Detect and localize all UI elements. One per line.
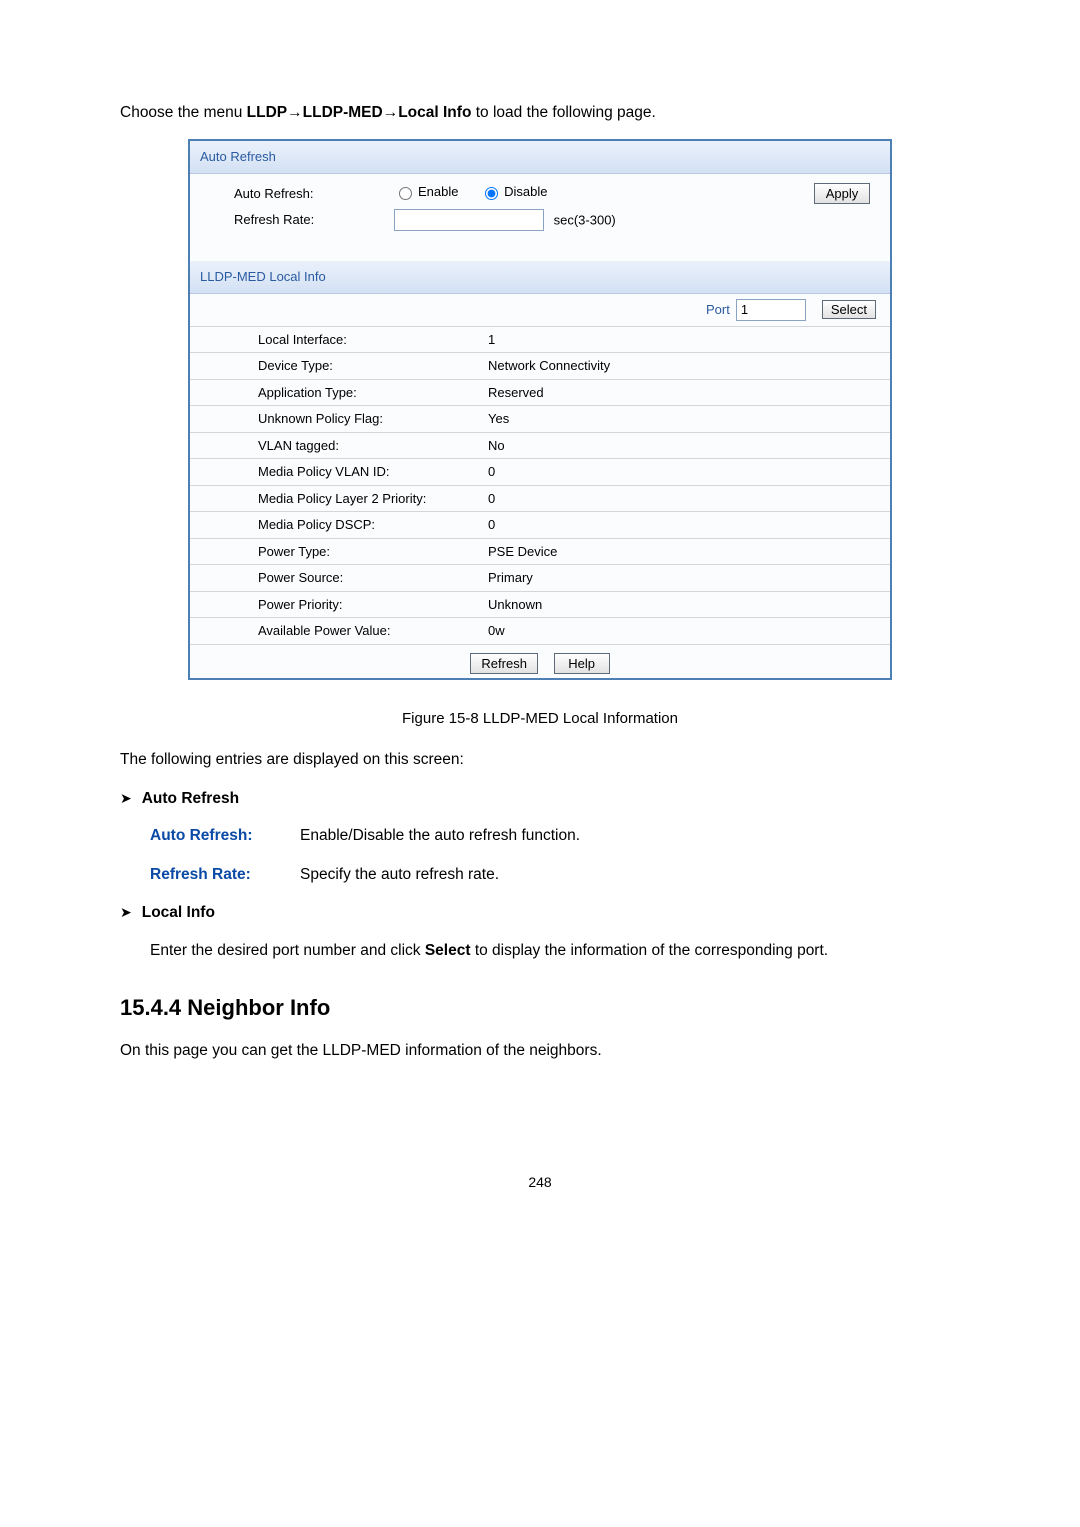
auto-refresh-label: Auto Refresh:: [234, 184, 394, 204]
table-row: Application Type:Reserved: [190, 379, 890, 406]
refresh-button[interactable]: Refresh: [470, 653, 538, 674]
table-row: Media Policy VLAN ID:0: [190, 458, 890, 485]
neighbor-info-text: On this page you can get the LLDP-MED in…: [120, 1039, 960, 1062]
intro-text: Choose the menu LLDP→LLDP-MED→Local Info…: [120, 101, 960, 124]
port-label: Port: [706, 300, 730, 320]
help-button[interactable]: Help: [554, 653, 610, 674]
table-row: Local Interface:1: [190, 326, 890, 353]
def-refresh-rate-term: Refresh Rate:: [150, 863, 300, 886]
disable-radio[interactable]: [485, 187, 498, 200]
table-row: VLAN tagged:No: [190, 432, 890, 459]
table-row: Media Policy Layer 2 Priority:0: [190, 485, 890, 512]
neighbor-info-heading: 15.4.4 Neighbor Info: [120, 991, 960, 1024]
apply-button[interactable]: Apply: [814, 183, 870, 204]
def-auto-refresh-desc: Enable/Disable the auto refresh function…: [300, 824, 960, 847]
refresh-rate-input[interactable]: [394, 209, 544, 231]
figure-caption: Figure 15-8 LLDP-MED Local Information: [120, 708, 960, 731]
select-button[interactable]: Select: [822, 300, 876, 319]
auto-refresh-header: Auto Refresh: [190, 141, 890, 174]
chevron-right-icon: ➤: [120, 902, 132, 923]
chevron-right-icon: ➤: [120, 788, 132, 809]
table-row: Power Source:Primary: [190, 564, 890, 591]
local-info-header: LLDP-MED Local Info: [190, 261, 890, 294]
table-row: Device Type:Network Connectivity: [190, 352, 890, 379]
port-input[interactable]: [736, 299, 806, 321]
table-row: Media Policy DSCP:0: [190, 511, 890, 538]
enable-radio[interactable]: [399, 187, 412, 200]
disable-radio-label[interactable]: Disable: [480, 182, 547, 202]
table-row: Unknown Policy Flag:Yes: [190, 405, 890, 432]
page-number: 248: [120, 1172, 960, 1193]
def-refresh-rate-desc: Specify the auto refresh rate.: [300, 863, 960, 886]
table-row: Available Power Value:0w: [190, 617, 890, 644]
entries-text: The following entries are displayed on t…: [120, 748, 960, 771]
def-auto-refresh-term: Auto Refresh:: [150, 824, 300, 847]
table-row: Power Type:PSE Device: [190, 538, 890, 565]
lldp-panel: Auto Refresh Auto Refresh: Enable Disabl…: [188, 139, 892, 679]
bullet-local-info: ➤ Local Info: [120, 901, 960, 924]
table-row: Power Priority:Unknown: [190, 591, 890, 618]
enable-radio-label[interactable]: Enable: [394, 182, 458, 202]
refresh-rate-label: Refresh Rate:: [234, 210, 394, 230]
bullet-auto-refresh: ➤ Auto Refresh: [120, 787, 960, 810]
local-info-text: Enter the desired port number and click …: [150, 939, 960, 962]
